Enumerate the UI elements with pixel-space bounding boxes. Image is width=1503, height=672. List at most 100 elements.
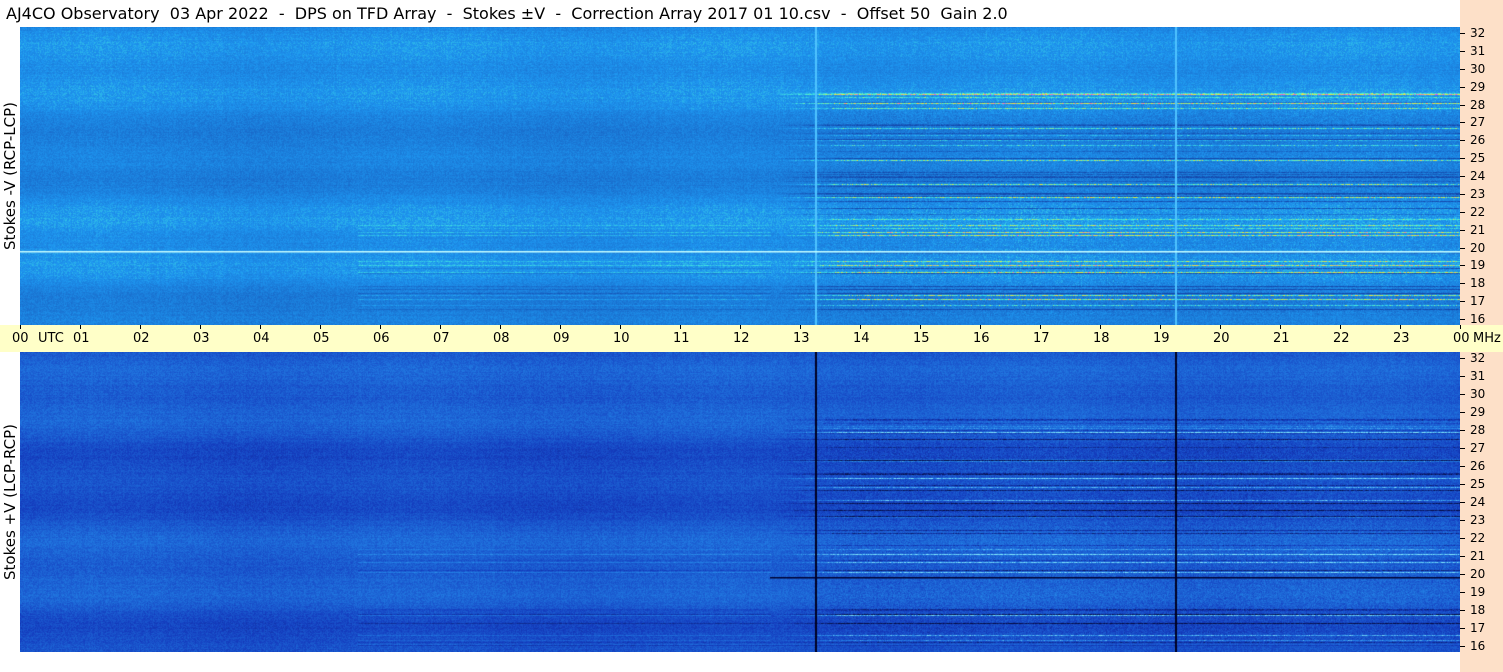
tick-mark [1460,376,1465,377]
tick-mark [1460,68,1465,70]
time-tick-label-9: 09 [553,331,570,346]
tick-mark [1460,646,1465,647]
tick-mark [1460,122,1465,124]
tick-mark [1460,50,1465,52]
time-tick-label-19: 19 [1153,331,1170,346]
tick-label: 28 [1470,423,1486,437]
tick-mark [1460,247,1465,249]
tick-label: 29 [1470,79,1486,94]
time-tick-label-0: 00 [12,331,29,346]
tick-label: 17 [1470,294,1486,309]
time-tick-label-17: 17 [1033,331,1050,346]
tick-mark [1460,176,1465,177]
tick-label: 22 [1470,531,1486,545]
time-tick-label-23: 23 [1393,331,1410,346]
time-tick-label-1: 01 [73,331,90,346]
tick-label: 32 [1470,351,1486,365]
tick-label: 30 [1470,61,1486,76]
time-tick-label-4: 04 [253,331,270,346]
tick-mark [1460,412,1465,413]
tick-mark [1460,448,1465,449]
tick-mark [1460,229,1465,231]
time-tick-label-16: 16 [973,331,990,346]
chart-title: AJ4CO Observatory 03 Apr 2022 - DPS on T… [0,0,1460,27]
tick-label: 25 [1470,151,1486,166]
top-panel-ylabel: Stokes -V (RCP-LCP) [1,102,19,250]
tick-label: 26 [1470,133,1486,148]
tick-mark [1460,430,1465,431]
tick-label: 21 [1470,222,1486,237]
title-corner [1460,0,1503,27]
time-tick-label-18: 18 [1093,331,1110,346]
tick-mark [1460,104,1465,106]
tick-label: 18 [1470,276,1486,291]
tick-mark [1460,556,1465,557]
tick-mark [1460,574,1465,575]
tick-label: 30 [1470,387,1486,401]
tick-label: 19 [1470,258,1486,273]
tick-label: 20 [1470,567,1486,581]
time-tick-label-14: 14 [853,331,870,346]
tick-label: 27 [1470,115,1486,130]
tick-label: 26 [1470,459,1486,473]
time-tick-label-5: 05 [313,331,330,346]
tick-label: 32 [1470,26,1486,40]
tick-label: 24 [1470,495,1486,509]
mhz-label: MHz [1473,331,1501,346]
spectrogram-stokes-plus-v [20,352,1460,652]
tick-mark [1460,610,1465,611]
tick-mark [1460,33,1465,34]
tick-label: 21 [1470,549,1486,563]
tick-mark [1460,265,1465,267]
time-tick-label-12: 12 [733,331,750,346]
tick-mark [1460,466,1465,467]
tick-label: 25 [1470,477,1486,491]
tick-label: 18 [1470,603,1486,617]
tick-mark [1460,211,1465,213]
time-tick-label-15: 15 [913,331,930,346]
utc-label: UTC [38,331,64,346]
tick-mark [1460,628,1465,629]
time-tick-label-8: 08 [493,331,510,346]
bottom-margin [0,652,1460,672]
time-tick-label-10: 10 [613,331,630,346]
tick-mark [1460,592,1465,593]
tick-mark [1460,358,1465,359]
time-tick-label-11: 11 [673,331,690,346]
tick-label: 20 [1470,240,1486,255]
tick-mark [1460,538,1465,539]
tick-label: 16 [1470,639,1486,653]
tick-mark [1460,283,1465,285]
tick-label: 22 [1470,204,1486,219]
bottom-frequency-axis: 16 17 18 19 20 21 22 23 24 25 26 27 28 29 30 31 32 [1460,351,1503,672]
top-panel-ylabel-area: Stokes -V (RCP-LCP) [0,27,20,325]
time-tick-label-6: 06 [373,331,390,346]
tick-label: 19 [1470,585,1486,599]
tick-mark [1460,86,1465,88]
utc-time-axis: 00 01 02 03 04 05 06 07 08 09 10 11 12 13 14 15 16 17 18 19… [0,325,1503,352]
tick-mark [1460,319,1465,320]
time-tick-label-7: 07 [433,331,450,346]
time-tick-label-2: 02 [133,331,150,346]
tick-mark [1460,394,1465,395]
bottom-panel-ylabel: Stokes +V (LCP-RCP) [1,424,19,580]
time-tick-label-13: 13 [793,331,810,346]
tick-label: 29 [1470,405,1486,419]
tick-label: 24 [1470,169,1486,183]
tick-mark [1460,193,1465,195]
time-tick-label-24: 00 [1453,331,1470,346]
tick-mark [1460,520,1465,521]
tick-mark [1460,502,1465,503]
tick-mark [1460,484,1465,485]
time-tick-label-20: 20 [1213,331,1230,346]
tick-label: 23 [1470,186,1486,201]
tick-label: 31 [1470,369,1486,383]
time-tick-label-21: 21 [1273,331,1290,346]
tick-mark [1460,140,1465,142]
spectrogram-stokes-minus-v [20,27,1460,325]
tick-label: 23 [1470,513,1486,527]
time-tick-label-3: 03 [193,331,210,346]
top-frequency-axis: 16 17 18 19 20 21 22 23 24 25 26 27 28 29 30 31 32 [1460,26,1503,326]
time-tick-label-22: 22 [1333,331,1350,346]
tick-label: 31 [1470,43,1486,58]
